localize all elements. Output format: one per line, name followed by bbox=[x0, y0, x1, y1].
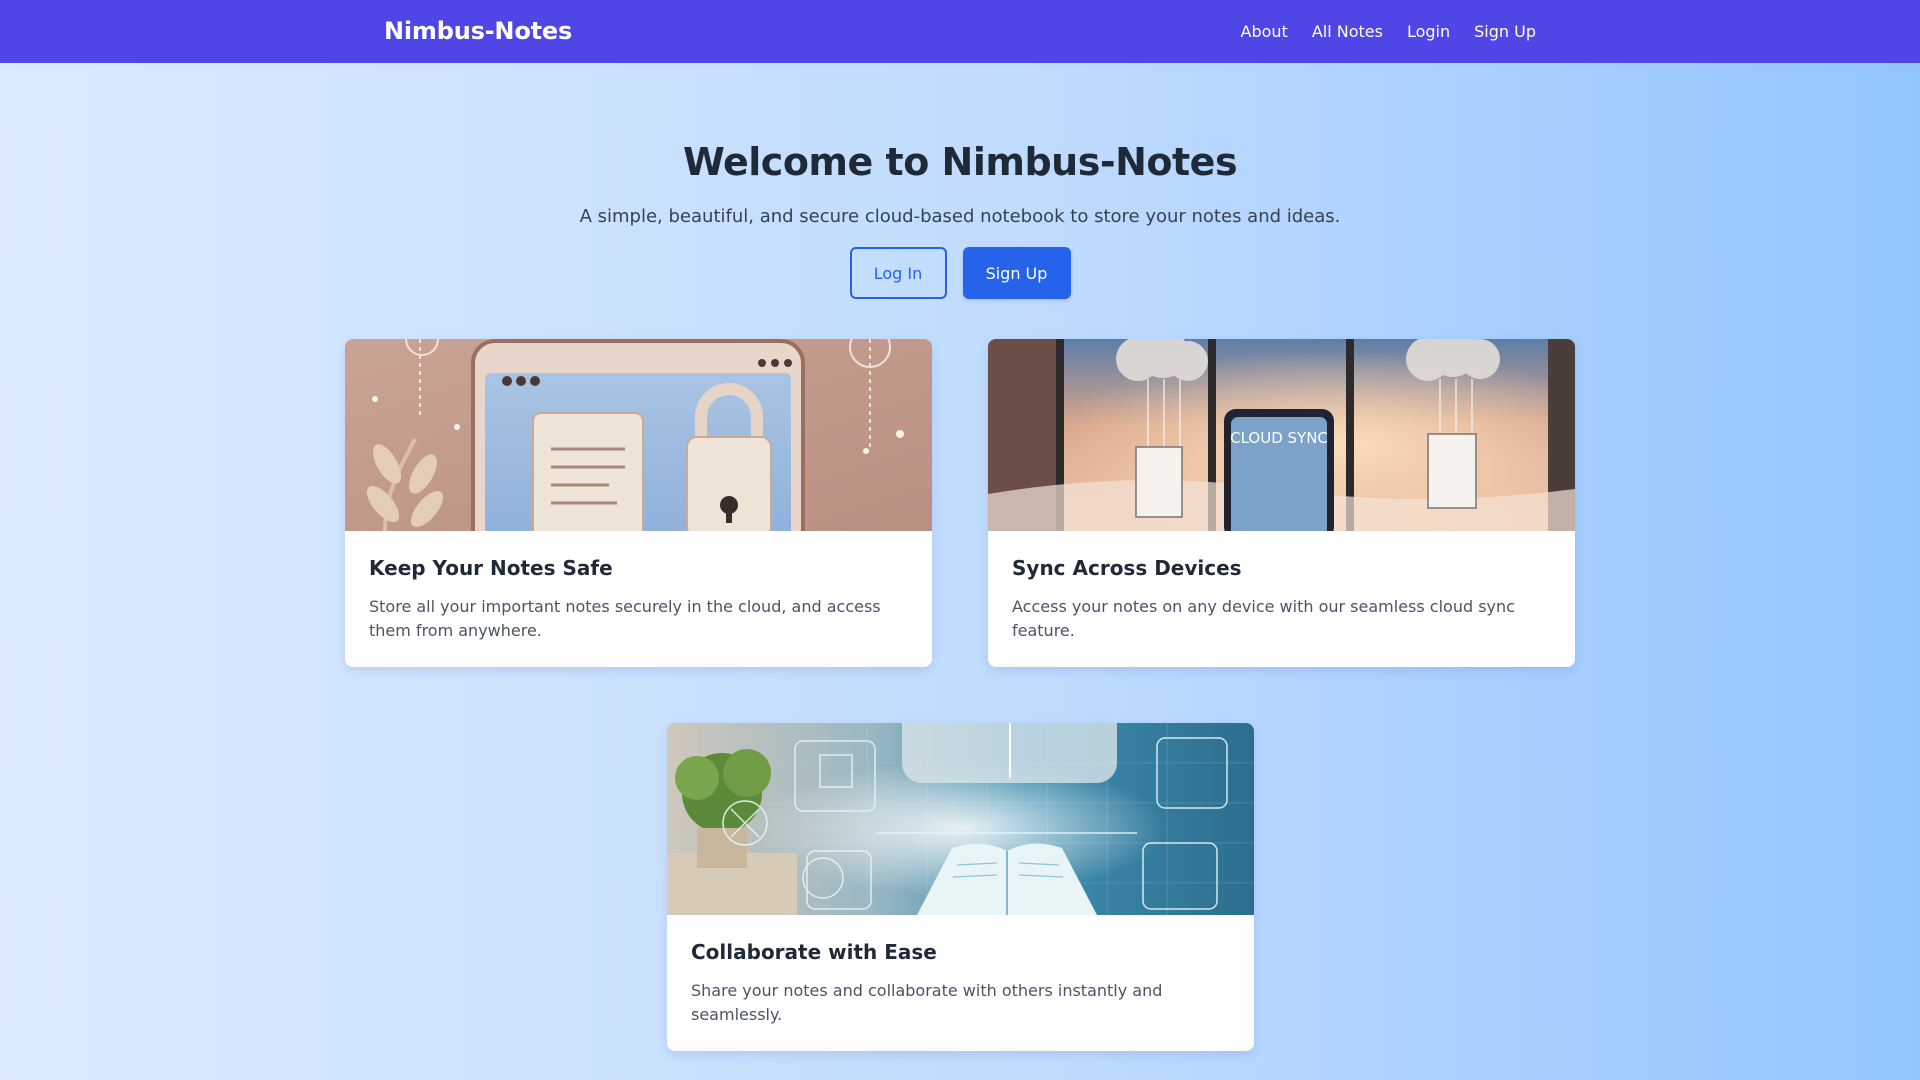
hero-title: Welcome to Nimbus-Notes bbox=[682, 140, 1238, 184]
collaboration-illustration-icon bbox=[667, 723, 1254, 915]
feature-card-safe: Keep Your Notes Safe Store all your impo… bbox=[345, 339, 932, 667]
feature-card-sync: CLOUD SYNC Sync Across Devices Access yo… bbox=[988, 339, 1575, 667]
padlock-illustration-icon bbox=[345, 339, 932, 531]
card-title: Collaborate with Ease bbox=[691, 940, 937, 964]
card-title: Keep Your Notes Safe bbox=[369, 556, 613, 580]
card-text: Store all your important notes securely … bbox=[369, 597, 881, 640]
card-text: Access your notes on any device with our… bbox=[1012, 597, 1515, 640]
card-text: Share your notes and collaborate with ot… bbox=[691, 981, 1163, 1024]
brand-logo[interactable]: Nimbus-Notes bbox=[384, 17, 572, 45]
cloud-sync-illustration-icon: CLOUD SYNC bbox=[988, 339, 1575, 531]
nav-links: About All Notes Login Sign Up bbox=[1241, 22, 1536, 41]
hero-buttons: Log In Sign Up bbox=[0, 247, 1920, 299]
signup-button[interactable]: Sign Up bbox=[962, 247, 1071, 299]
nav-link-login[interactable]: Login bbox=[1407, 22, 1450, 41]
hero-subtitle: A simple, beautiful, and secure cloud-ba… bbox=[579, 206, 1341, 227]
navbar: Nimbus-Notes About All Notes Login Sign … bbox=[0, 0, 1920, 63]
nav-link-about[interactable]: About bbox=[1241, 22, 1288, 41]
cloud-sync-label: CLOUD SYNC bbox=[1230, 429, 1328, 447]
nav-link-sign-up[interactable]: Sign Up bbox=[1474, 22, 1536, 41]
feature-card-collaborate: Collaborate with Ease Share your notes a… bbox=[667, 723, 1254, 1051]
card-title: Sync Across Devices bbox=[1012, 556, 1242, 580]
login-button[interactable]: Log In bbox=[849, 247, 947, 299]
nav-link-all-notes[interactable]: All Notes bbox=[1312, 22, 1383, 41]
